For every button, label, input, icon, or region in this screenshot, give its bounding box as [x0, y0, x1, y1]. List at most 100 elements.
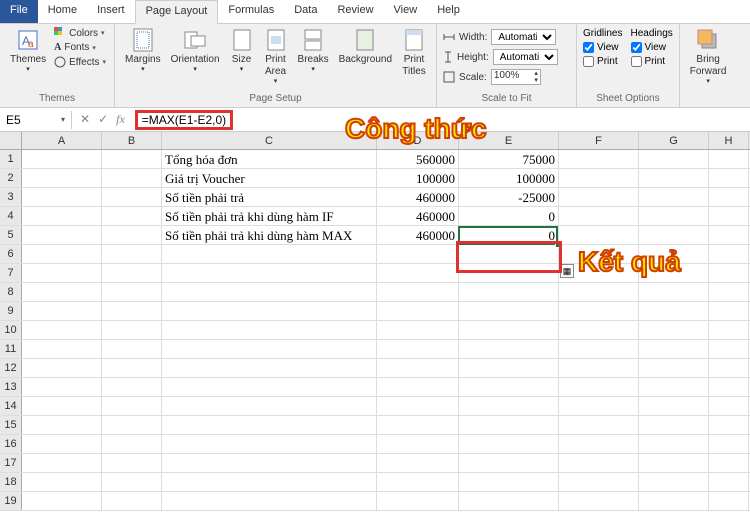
cell-H13[interactable] [709, 378, 749, 396]
cell-A12[interactable] [22, 359, 102, 377]
cell-H16[interactable] [709, 435, 749, 453]
cell-D4[interactable]: 460000 [377, 207, 459, 225]
row-header[interactable]: 1 [0, 150, 22, 168]
width-select[interactable]: Automatic [491, 29, 556, 45]
cell-C6[interactable] [162, 245, 377, 263]
col-header-h[interactable]: H [709, 132, 749, 149]
cell-B15[interactable] [102, 416, 162, 434]
row-header[interactable]: 13 [0, 378, 22, 396]
size-button[interactable]: Size▾ [226, 26, 258, 76]
gridlines-print-checkbox[interactable]: Print [583, 56, 622, 67]
headings-view-checkbox[interactable]: View [631, 42, 673, 53]
cell-G3[interactable] [639, 188, 709, 206]
cell-F15[interactable] [559, 416, 639, 434]
cell-C4[interactable]: Số tiền phải trả khi dùng hàm IF [162, 207, 377, 225]
fx-button[interactable]: fx [116, 112, 125, 127]
cell-G18[interactable] [639, 473, 709, 491]
height-select[interactable]: Automatic [493, 49, 558, 65]
cell-E16[interactable] [459, 435, 559, 453]
cell-A17[interactable] [22, 454, 102, 472]
themes-button[interactable]: Aa Themes ▾ [6, 26, 50, 76]
cell-B6[interactable] [102, 245, 162, 263]
cell-F12[interactable] [559, 359, 639, 377]
row-header[interactable]: 11 [0, 340, 22, 358]
orientation-button[interactable]: Orientation▾ [167, 26, 224, 76]
cell-G7[interactable] [639, 264, 709, 282]
cell-F16[interactable] [559, 435, 639, 453]
cell-D6[interactable] [377, 245, 459, 263]
cell-H14[interactable] [709, 397, 749, 415]
cell-A16[interactable] [22, 435, 102, 453]
cell-G13[interactable] [639, 378, 709, 396]
cell-G15[interactable] [639, 416, 709, 434]
cell-G19[interactable] [639, 492, 709, 510]
cell-A6[interactable] [22, 245, 102, 263]
cell-H12[interactable] [709, 359, 749, 377]
cell-H7[interactable] [709, 264, 749, 282]
cell-B8[interactable] [102, 283, 162, 301]
row-header[interactable]: 6 [0, 245, 22, 263]
cell-D16[interactable] [377, 435, 459, 453]
row-header[interactable]: 4 [0, 207, 22, 225]
cell-G8[interactable] [639, 283, 709, 301]
row-header[interactable]: 15 [0, 416, 22, 434]
cell-B1[interactable] [102, 150, 162, 168]
row-header[interactable]: 5 [0, 226, 22, 244]
col-header-f[interactable]: F [559, 132, 639, 149]
col-header-c[interactable]: C [162, 132, 377, 149]
cell-D15[interactable] [377, 416, 459, 434]
cell-F4[interactable] [559, 207, 639, 225]
col-header-g[interactable]: G [639, 132, 709, 149]
tab-data[interactable]: Data [284, 0, 327, 23]
row-header[interactable]: 19 [0, 492, 22, 510]
cell-B16[interactable] [102, 435, 162, 453]
tab-review[interactable]: Review [327, 0, 383, 23]
cell-E10[interactable] [459, 321, 559, 339]
cell-D1[interactable]: 560000 [377, 150, 459, 168]
cell-D2[interactable]: 100000 [377, 169, 459, 187]
cell-F5[interactable] [559, 226, 639, 244]
cell-G11[interactable] [639, 340, 709, 358]
cell-B5[interactable] [102, 226, 162, 244]
autofill-options-icon[interactable]: ▦ [560, 264, 574, 278]
tab-home[interactable]: Home [38, 0, 87, 23]
cell-F8[interactable] [559, 283, 639, 301]
select-all-corner[interactable] [0, 132, 22, 149]
cell-H17[interactable] [709, 454, 749, 472]
print-area-button[interactable]: Print Area▾ [260, 26, 292, 88]
fonts-button[interactable]: AFonts▾ [52, 41, 108, 54]
cell-A4[interactable] [22, 207, 102, 225]
cell-D12[interactable] [377, 359, 459, 377]
cell-B3[interactable] [102, 188, 162, 206]
row-header[interactable]: 16 [0, 435, 22, 453]
cell-C10[interactable] [162, 321, 377, 339]
cell-A7[interactable] [22, 264, 102, 282]
cell-D5[interactable]: 460000 [377, 226, 459, 244]
cell-B10[interactable] [102, 321, 162, 339]
cell-E3[interactable]: -25000 [459, 188, 559, 206]
row-header[interactable]: 7 [0, 264, 22, 282]
cell-B14[interactable] [102, 397, 162, 415]
cell-E14[interactable] [459, 397, 559, 415]
fill-handle[interactable] [555, 242, 561, 248]
cell-D3[interactable]: 460000 [377, 188, 459, 206]
cell-F11[interactable] [559, 340, 639, 358]
scale-spinner[interactable]: 100%▴▾ [491, 69, 541, 85]
cell-B13[interactable] [102, 378, 162, 396]
cell-A15[interactable] [22, 416, 102, 434]
cell-F1[interactable] [559, 150, 639, 168]
cell-H4[interactable] [709, 207, 749, 225]
cell-C17[interactable] [162, 454, 377, 472]
cell-G17[interactable] [639, 454, 709, 472]
row-header[interactable]: 14 [0, 397, 22, 415]
cell-D8[interactable] [377, 283, 459, 301]
row-header[interactable]: 2 [0, 169, 22, 187]
cell-B11[interactable] [102, 340, 162, 358]
cell-D11[interactable] [377, 340, 459, 358]
cell-B2[interactable] [102, 169, 162, 187]
cell-B18[interactable] [102, 473, 162, 491]
cell-F10[interactable] [559, 321, 639, 339]
cell-D17[interactable] [377, 454, 459, 472]
cell-F17[interactable] [559, 454, 639, 472]
cell-C13[interactable] [162, 378, 377, 396]
